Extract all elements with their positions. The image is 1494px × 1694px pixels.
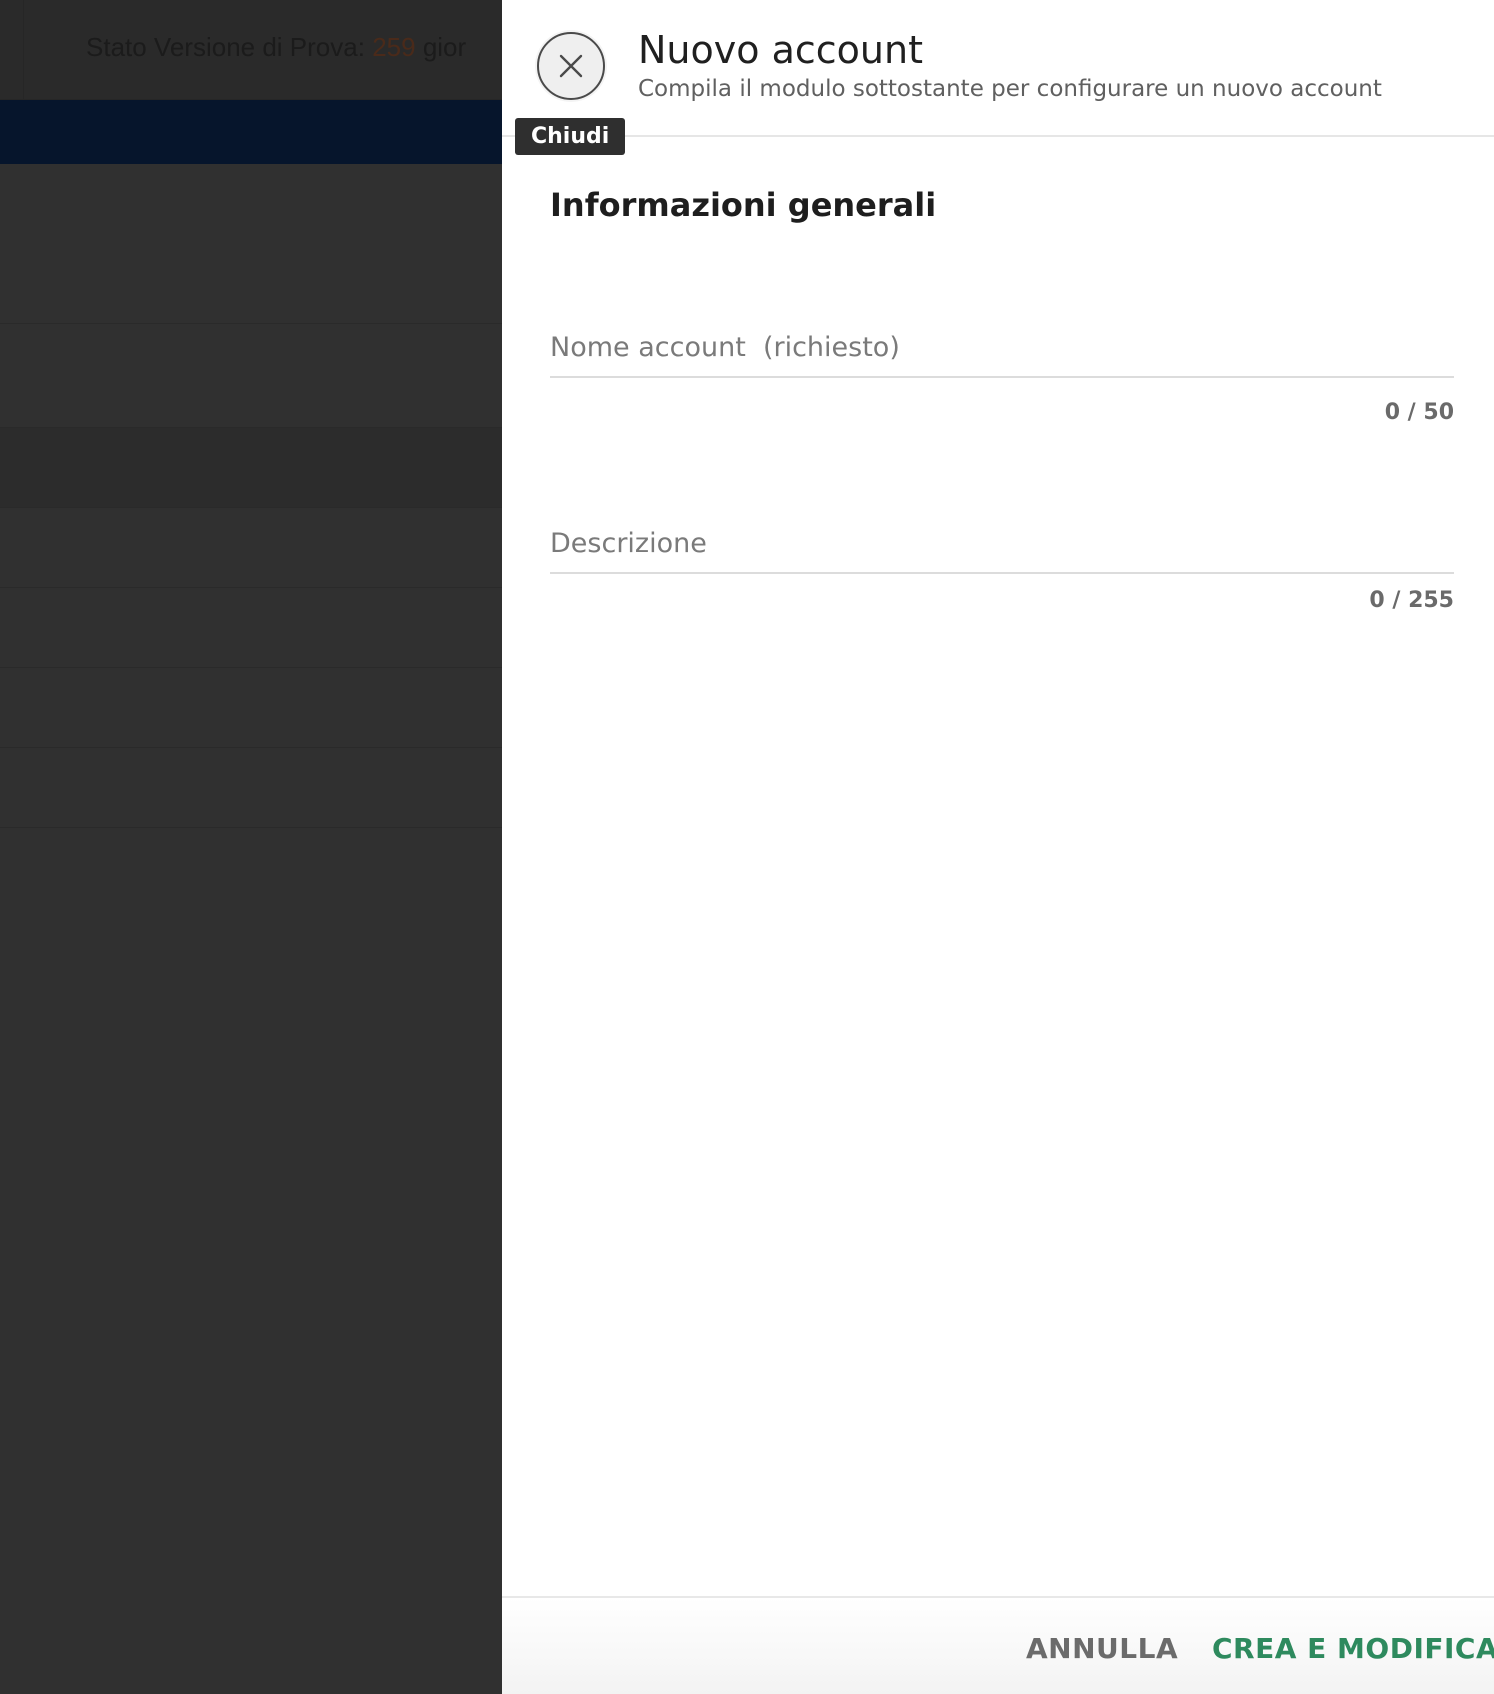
background-page: Stato Versione di Prova: 259 gior <box>0 0 502 1694</box>
new-account-drawer: Chiudi Nuovo account Compila il modulo s… <box>502 0 1494 1694</box>
drawer-subtitle: Compila il modulo sottostante per config… <box>638 76 1382 102</box>
close-tooltip: Chiudi <box>515 118 626 155</box>
background-topbar: Stato Versione di Prova: 259 gior <box>0 0 502 100</box>
background-row <box>0 748 502 828</box>
create-and-edit-button[interactable]: CREA E MODIFICA <box>1212 1632 1494 1665</box>
section-title: Informazioni generali <box>550 186 937 224</box>
topbar-divider <box>23 0 24 100</box>
drawer-footer: ANNULLA CREA E MODIFICA <box>502 1596 1494 1694</box>
trial-status-label: Stato Versione di Prova: <box>86 32 365 62</box>
drawer-title: Nuovo account <box>638 28 923 72</box>
background-row <box>0 508 502 588</box>
close-button[interactable] <box>537 32 605 100</box>
account-name-input[interactable] <box>550 318 1454 378</box>
description-field: 0 / 255 <box>550 514 1454 613</box>
description-input[interactable] <box>550 514 1454 574</box>
account-name-field: 0 / 50 <box>550 318 1454 425</box>
description-counter: 0 / 255 <box>1369 588 1454 613</box>
account-name-counter: 0 / 50 <box>1384 400 1454 425</box>
background-row <box>0 668 502 748</box>
background-row <box>0 164 502 324</box>
background-navbar <box>0 100 502 164</box>
cancel-button[interactable]: ANNULLA <box>1026 1632 1178 1665</box>
trial-days: 259 <box>372 32 416 62</box>
drawer-header: Chiudi Nuovo account Compila il modulo s… <box>502 0 1494 155</box>
trial-suffix: gior <box>422 32 467 62</box>
background-row <box>0 428 502 508</box>
trial-status: Stato Versione di Prova: 259 gior <box>86 32 466 63</box>
close-icon <box>557 52 585 80</box>
background-row <box>0 588 502 668</box>
background-row <box>0 324 502 428</box>
